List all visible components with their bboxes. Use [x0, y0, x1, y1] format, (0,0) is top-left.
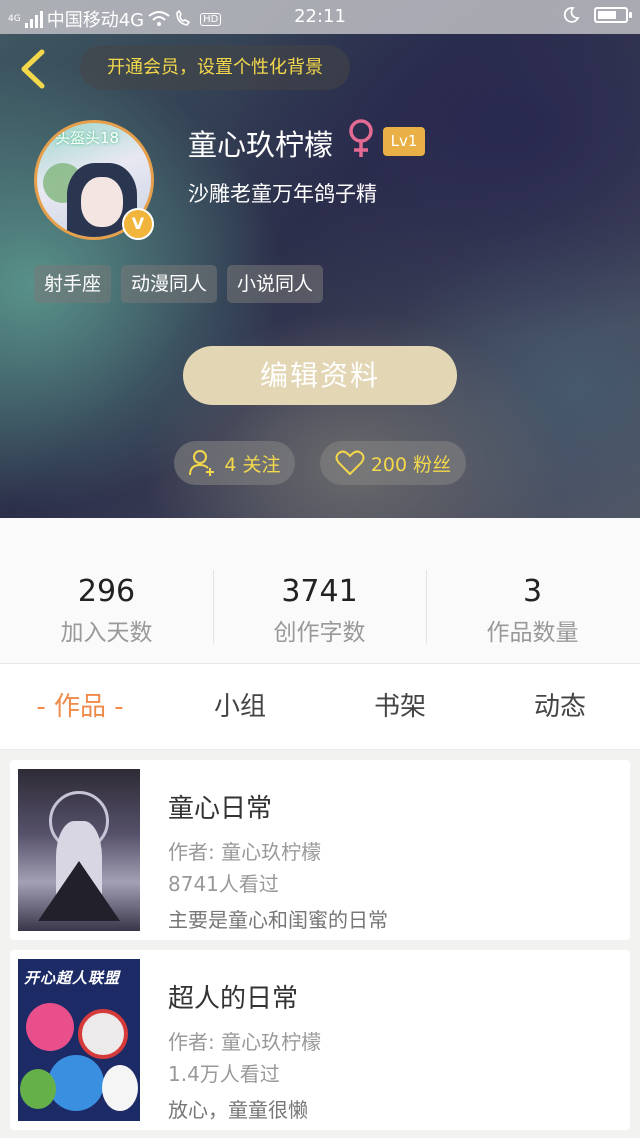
cover-title: 开心超人联盟: [24, 969, 121, 987]
work-author: 作者: 童心玖柠檬: [168, 840, 322, 864]
tab-works[interactable]: - 作品 -: [0, 664, 160, 750]
battery-icon: [594, 7, 632, 23]
vip-background-banner[interactable]: 开通会员，设置个性化背景: [80, 45, 350, 90]
clock: 22:11: [294, 6, 346, 27]
stat-label: 创作字数: [273, 620, 366, 646]
stats-bar: 296 加入天数 3741 创作字数 3 作品数量: [0, 518, 640, 664]
stat-value: 296: [77, 574, 136, 609]
fans-count: 200 粉丝: [370, 453, 452, 476]
following-button[interactable]: 4 关注: [174, 441, 295, 485]
work-card[interactable]: 童心日常 作者: 童心玖柠檬 8741人看过 主要是童心和闺蜜的日常: [10, 760, 630, 940]
work-description: 主要是童心和闺蜜的日常: [168, 908, 388, 932]
stat-words: 3741 创作字数: [213, 574, 426, 647]
tag-chip: 动漫同人: [121, 265, 218, 303]
vip-badge: V: [122, 208, 154, 240]
tag-chip: 射手座: [34, 265, 112, 303]
work-description: 放心，童童很懒: [168, 1098, 308, 1122]
stat-label: 作品数量: [486, 620, 579, 646]
level-badge: Lv1: [383, 127, 425, 156]
work-author: 作者: 童心玖柠檬: [168, 1030, 322, 1054]
stat-value: 3: [522, 574, 543, 609]
tab-activity[interactable]: 动态: [480, 664, 640, 750]
work-title: 超人的日常: [168, 984, 299, 1014]
female-icon: [349, 119, 373, 157]
profile-header: 4G 中国移动4G HD 22:11 开通会员，设置个性化背景 头盔头18 V …: [0, 0, 640, 518]
work-views: 8741人看过: [168, 872, 279, 896]
tab-bar: - 作品 - 小组 书架 动态: [0, 664, 640, 750]
works-list: 童心日常 作者: 童心玖柠檬 8741人看过 主要是童心和闺蜜的日常 开心超人联…: [0, 750, 640, 1138]
avatar-caption: 头盔头18: [55, 129, 120, 147]
bio: 沙雕老童万年鸽子精: [188, 182, 377, 206]
work-title: 童心日常: [168, 794, 273, 824]
fans-button[interactable]: 200 粉丝: [320, 441, 466, 485]
work-cover-image: [18, 769, 140, 931]
status-right: [562, 6, 632, 24]
chevron-left-icon: [21, 49, 45, 89]
following-count: 4 关注: [224, 453, 281, 476]
work-card[interactable]: 开心超人联盟 超人的日常 作者: 童心玖柠檬 1.4万人看过 放心，童童很懒: [10, 950, 630, 1130]
stat-label: 加入天数: [60, 620, 153, 646]
tab-groups[interactable]: 小组: [160, 664, 320, 750]
back-button[interactable]: [14, 46, 54, 92]
tag-list: 射手座 动漫同人 小说同人: [34, 265, 324, 303]
stat-days: 296 加入天数: [0, 574, 213, 647]
tag-chip: 小说同人: [227, 265, 324, 303]
status-bar: 4G 中国移动4G HD 22:11: [0, 0, 640, 34]
tab-bookshelf[interactable]: 书架: [320, 664, 480, 750]
edit-profile-button[interactable]: 编辑资料: [183, 346, 457, 405]
username: 童心玖柠檬: [188, 128, 334, 162]
user-add-icon: [189, 450, 215, 476]
stat-works: 3 作品数量: [426, 574, 639, 647]
work-cover-image: 开心超人联盟: [18, 959, 140, 1121]
work-views: 1.4万人看过: [168, 1062, 280, 1086]
moon-icon: [563, 7, 580, 23]
heart-icon: [335, 450, 365, 476]
stat-value: 3741: [281, 574, 358, 609]
